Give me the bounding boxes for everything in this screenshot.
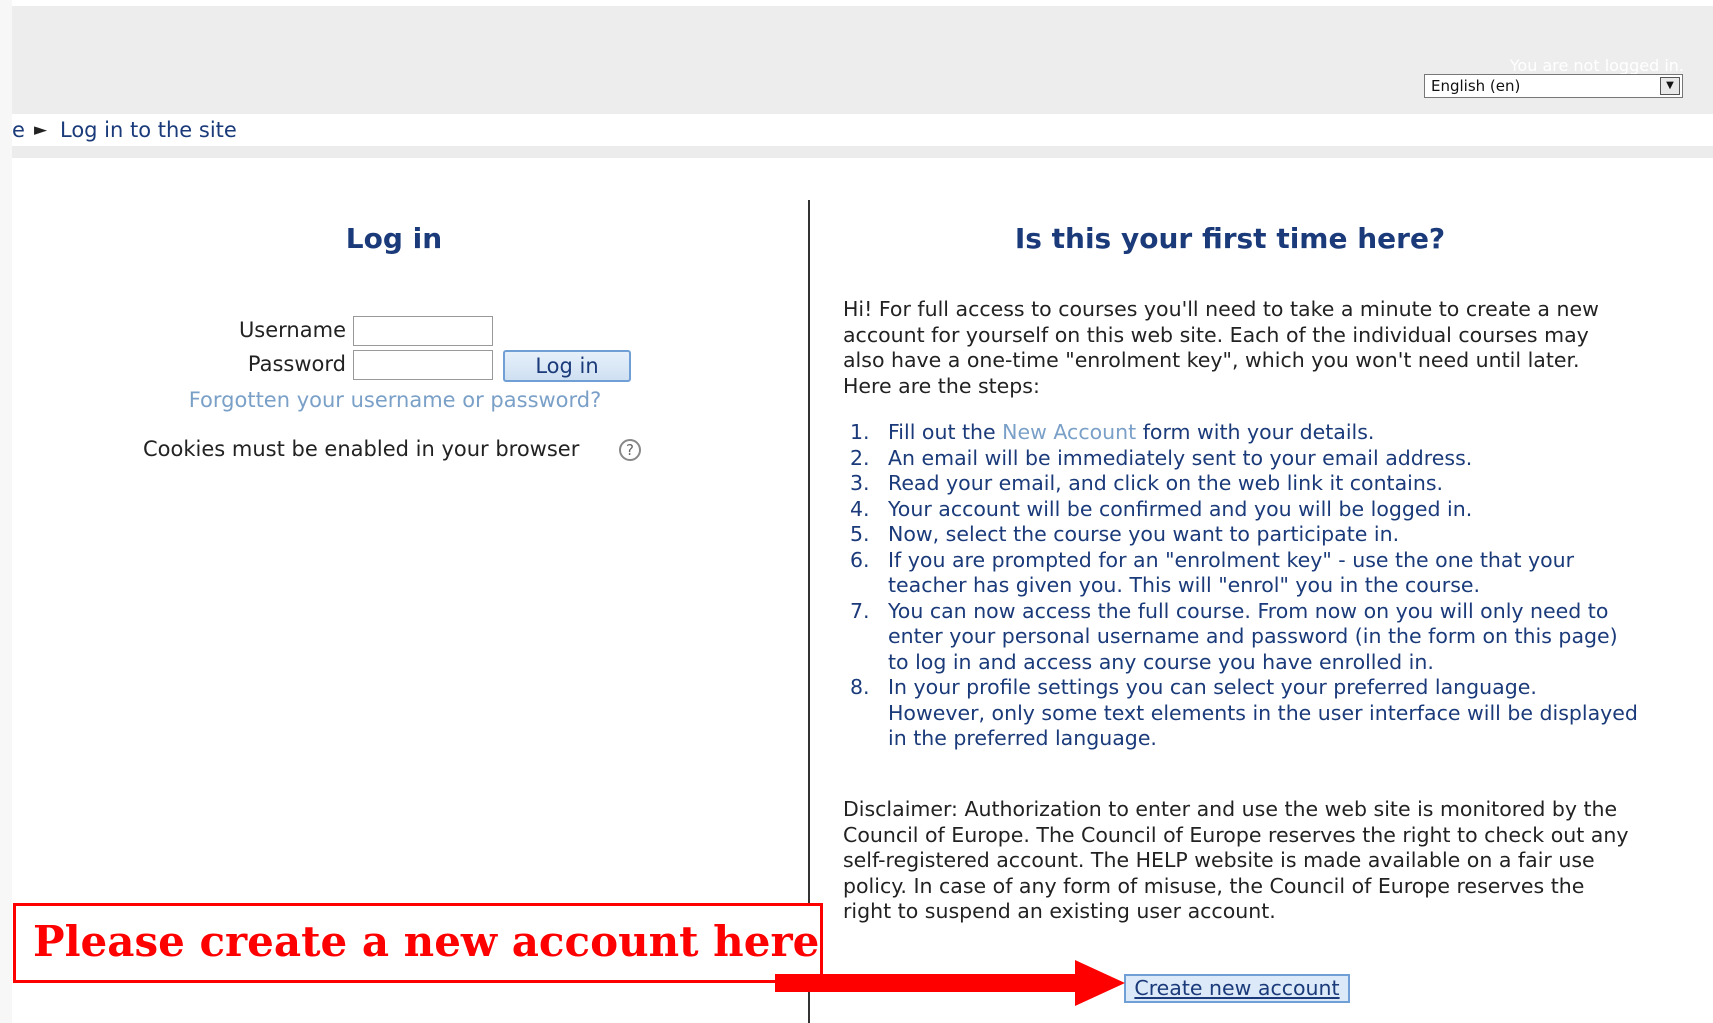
list-item: 4. Your account will be confirmed and yo…: [850, 497, 1640, 523]
step-text: Fill out the: [888, 420, 1003, 444]
disclaimer: Disclaimer: Authorization to enter and u…: [843, 797, 1629, 923]
triangle-right-icon: ►: [34, 120, 48, 140]
password-input[interactable]: [353, 350, 493, 380]
list-item: 5. Now, select the course you want to pa…: [850, 522, 1640, 548]
annotation-callout-text: Please create a new account here: [33, 917, 820, 966]
step-number: 7.: [850, 598, 870, 623]
step-text: Now, select the course you want to parti…: [888, 522, 1400, 546]
username-input[interactable]: [353, 316, 493, 346]
list-item: 7. You can now access the full course. F…: [850, 599, 1640, 676]
help-icon[interactable]: ?: [619, 439, 641, 461]
step-text: form with your details.: [1136, 420, 1375, 444]
chevron-down-icon[interactable]: ▼: [1660, 77, 1680, 95]
login-heading: Log in: [345, 222, 443, 255]
step-number: 5.: [850, 522, 870, 546]
arrow-right-icon: [775, 960, 1125, 1006]
signup-heading: Is this your first time here?: [1014, 222, 1446, 255]
signup-intro: Hi! For full access to courses you'll ne…: [843, 297, 1599, 398]
step-number: 8.: [850, 675, 870, 699]
create-account-button[interactable]: Create new account: [1124, 974, 1350, 1003]
password-label: Password: [247, 352, 346, 376]
step-number: 3.: [850, 471, 870, 495]
forgot-password-link[interactable]: Forgotten your username or password?: [140, 388, 650, 412]
username-label: Username: [238, 318, 346, 342]
cookies-note: Cookies must be enabled in your browser: [143, 437, 580, 461]
list-item: 1. Fill out the New Account form with yo…: [850, 420, 1640, 446]
list-item: 6. If you are prompted for an "enrolment…: [850, 548, 1640, 599]
list-item: 2. An email will be immediately sent to …: [850, 446, 1640, 472]
breadcrumb-home-fragment[interactable]: e: [12, 114, 25, 146]
column-divider: [808, 200, 810, 1023]
language-select[interactable]: English (en) ▼: [1424, 74, 1683, 98]
step-text: An email will be immediately sent to you…: [888, 445, 1473, 470]
navbar-separator: [12, 146, 1713, 158]
step-text: If you are prompted for an "enrolment ke…: [888, 547, 1575, 598]
language-select-value: English (en): [1431, 77, 1521, 95]
list-item: 8. In your profile settings you can sele…: [850, 675, 1640, 752]
step-text: Your account will be confirmed and you w…: [888, 496, 1473, 521]
step-number: 4.: [850, 496, 870, 521]
list-item: 3. Read your email, and click on the web…: [850, 471, 1640, 497]
step-number: 2.: [850, 445, 870, 470]
step-text: Read your email, and click on the web li…: [888, 471, 1444, 495]
login-status: You are not logged in.: [1509, 56, 1684, 75]
page-edge: [0, 0, 12, 1023]
step-number: 6.: [850, 547, 870, 572]
login-button[interactable]: Log in: [503, 350, 631, 382]
breadcrumb: e ► Log in to the site: [12, 114, 1713, 146]
signup-steps: 1. Fill out the New Account form with yo…: [850, 420, 1640, 752]
breadcrumb-current: Log in to the site: [60, 118, 237, 142]
step-text: In your profile settings you can select …: [888, 675, 1638, 750]
step-text: You can now access the full course. From…: [888, 598, 1618, 674]
new-account-link[interactable]: New Account: [1002, 420, 1136, 444]
step-number: 1.: [850, 420, 870, 444]
